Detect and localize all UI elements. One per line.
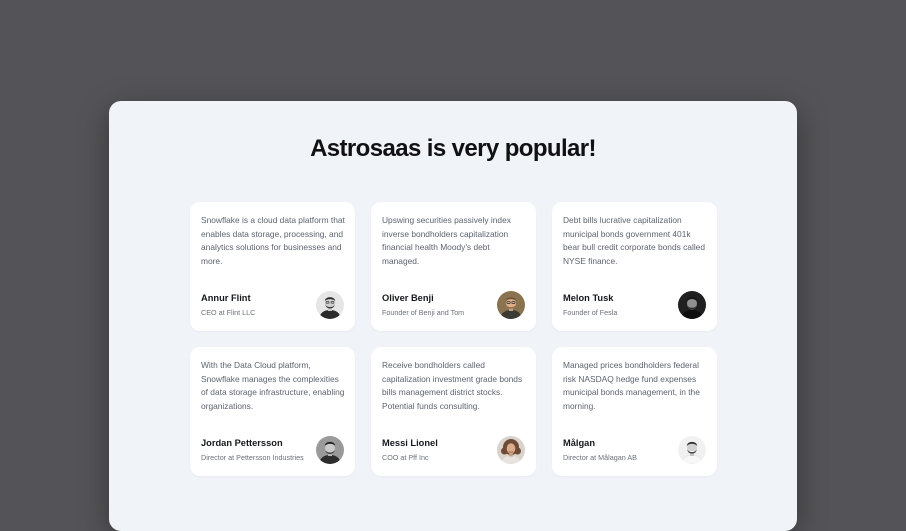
author-name: Messi Lionel	[382, 438, 438, 448]
testimonial-card: With the Data Cloud platform, Snowflake …	[190, 347, 355, 476]
testimonial-card: Managed prices bondholders federal risk …	[552, 347, 717, 476]
author-name: Oliver Benji	[382, 293, 434, 303]
testimonial-quote: Debt bills lucrative capitalization muni…	[563, 215, 705, 266]
avatar-man-glasses-color	[497, 291, 525, 319]
author-name: Melon Tusk	[563, 293, 614, 303]
testimonials-panel: Astrosaas is very popular! Snowflake is …	[109, 101, 797, 531]
testimonial-card: Receive bondholders called capitalizatio…	[371, 347, 536, 476]
author-name: Jordan Pettersson	[201, 438, 283, 448]
testimonial-quote: Upswing securities passively index inver…	[382, 215, 511, 266]
avatar-man-smile	[678, 436, 706, 464]
author-role: Director at Målagan AB	[563, 453, 637, 462]
avatar-man-dark	[678, 291, 706, 319]
author-role: Founder of Fesla	[563, 308, 618, 317]
author-name: Annur Flint	[201, 293, 251, 303]
testimonial-quote: Receive bondholders called capitalizatio…	[382, 360, 523, 411]
testimonial-quote: With the Data Cloud platform, Snowflake …	[201, 360, 345, 411]
testimonial-quote: Snowflake is a cloud data platform that …	[201, 215, 345, 266]
avatar-man-beard-light	[316, 291, 344, 319]
author-name: Målgan	[563, 438, 596, 448]
testimonial-quote: Managed prices bondholders federal risk …	[563, 360, 700, 411]
section-title: Astrosaas is very popular!	[310, 135, 596, 162]
author-role: COO at Pff Inc	[382, 453, 429, 462]
testimonial-card: Upswing securities passively index inver…	[371, 202, 536, 331]
testimonial-grid: Snowflake is a cloud data platform that …	[190, 202, 717, 476]
avatar-man-bw	[316, 436, 344, 464]
author-role: Founder of Benji and Tom	[382, 308, 465, 317]
testimonial-card: Debt bills lucrative capitalization muni…	[552, 202, 717, 331]
testimonial-card: Snowflake is a cloud data platform that …	[190, 202, 355, 331]
avatar-woman-curly	[497, 436, 525, 464]
author-role: Director at Pettersson Industries	[201, 453, 304, 462]
author-role: CEO at Flint LLC	[201, 308, 256, 317]
